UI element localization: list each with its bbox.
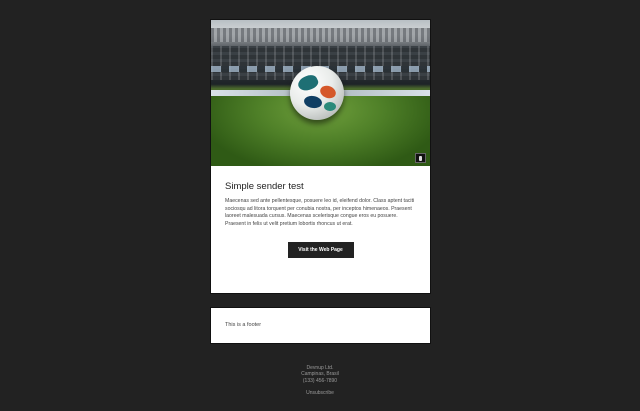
visit-web-page-button[interactable]: Visit the Web Page — [287, 242, 354, 258]
email-body: Maecenas sed ante pellentesque, posuere … — [225, 198, 415, 227]
sender-address: Devnup Ltd. Campinas, Brasil (133) 456-7… — [0, 365, 640, 384]
soccer-ball — [290, 66, 344, 120]
email-card: Simple sender test Maecenas sed ante pel… — [210, 19, 431, 294]
image-info-icon[interactable] — [415, 153, 426, 163]
footer-card: This is a footer — [210, 307, 431, 344]
unsubscribe-link[interactable]: Unsubscribe — [0, 390, 640, 396]
footer-text: This is a footer — [225, 322, 262, 328]
email-content: Simple sender test Maecenas sed ante pel… — [211, 166, 430, 258]
email-title: Simple sender test — [225, 181, 304, 192]
hero-image — [211, 20, 430, 166]
stadium-roof — [211, 28, 430, 42]
company-phone: (133) 456-7890 — [302, 377, 338, 384]
